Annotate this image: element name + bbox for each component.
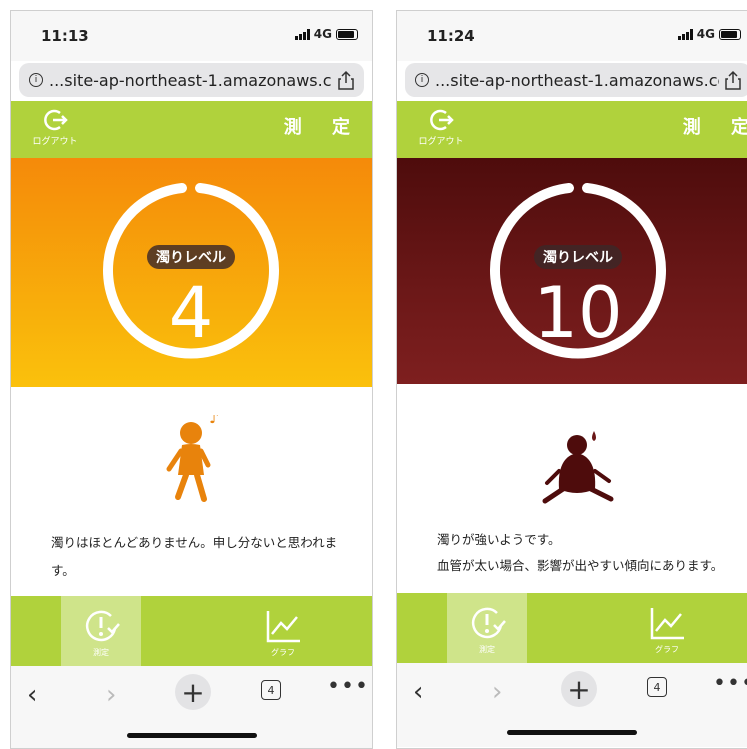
- new-tab-icon[interactable]: +: [175, 674, 211, 710]
- app-header: ログアウト 測 定: [11, 101, 372, 158]
- url-text: ...site-ap-northeast-1.amazonaws.com: [435, 70, 719, 90]
- back-icon[interactable]: ‹: [413, 677, 423, 707]
- sad-character: [397, 431, 747, 521]
- level-label-pill: 濁りレベル: [147, 245, 235, 269]
- more-icon[interactable]: •••: [327, 674, 369, 699]
- status-indicators: 4G: [677, 27, 741, 41]
- status-time: 11:24: [427, 27, 475, 45]
- status-bar: 11:24 4G: [397, 11, 747, 61]
- back-icon[interactable]: ‹: [27, 680, 37, 710]
- phone-screen-level-10: 11:24 4G i ...site-ap-northeast-1.amazon…: [396, 10, 747, 749]
- tab-graph[interactable]: グラフ: [243, 596, 323, 666]
- level-label-pill: 濁りレベル: [534, 245, 622, 269]
- logout-icon: [44, 109, 68, 131]
- network-label: 4G: [313, 27, 332, 41]
- url-text: ...site-ap-northeast-1.amazonaws.com: [49, 70, 332, 90]
- tab-measure-label: 測定: [479, 645, 495, 654]
- walking-character-icon: ♪: [166, 408, 219, 502]
- forward-icon[interactable]: ›: [492, 677, 502, 707]
- logout-label: ログアウト: [32, 137, 78, 147]
- url-bar[interactable]: i ...site-ap-northeast-1.amazonaws.com: [405, 63, 747, 97]
- level-hero: 濁りレベル 10: [397, 158, 747, 384]
- happy-character: ♪: [11, 408, 372, 505]
- share-icon[interactable]: [725, 70, 741, 90]
- logout-button[interactable]: ログアウト: [29, 107, 81, 147]
- bottom-tab-bar: 測定 グラフ: [11, 596, 372, 666]
- status-bar: 11:13 4G: [11, 11, 372, 61]
- sitting-character-icon: [542, 431, 614, 504]
- level-number: 10: [533, 272, 623, 354]
- status-time: 11:13: [41, 27, 89, 45]
- measure-icon: [471, 607, 506, 639]
- url-bar[interactable]: i ...site-ap-northeast-1.amazonaws.com: [19, 63, 364, 97]
- battery-icon: [719, 28, 741, 40]
- tab-measure[interactable]: 測定: [61, 596, 141, 666]
- home-indicator: [126, 733, 257, 738]
- logout-label: ログアウト: [418, 137, 464, 147]
- new-tab-icon[interactable]: +: [561, 671, 597, 707]
- browser-toolbar: ‹ › + 4 •••: [397, 663, 747, 747]
- browser-toolbar: ‹ › + 4 •••: [11, 666, 372, 748]
- level-gauge: 濁りレベル 10: [485, 178, 671, 364]
- header-title: 測 定: [283, 117, 362, 138]
- logout-icon: [430, 109, 454, 131]
- tab-graph-label: グラフ: [271, 648, 295, 657]
- graph-icon: [650, 608, 684, 640]
- status-message: 濁りが強いようです。 血管が太い場合、影響が出やすい傾向にあります。: [437, 527, 737, 597]
- screenshot-pair: 11:13 4G i ...site-ap-northeast-1.amazon…: [0, 0, 747, 749]
- tabs-button[interactable]: 4: [261, 680, 281, 700]
- tab-graph-label: グラフ: [655, 645, 679, 654]
- tabs-button[interactable]: 4: [647, 677, 667, 697]
- tab-graph[interactable]: グラフ: [627, 593, 707, 663]
- forward-icon[interactable]: ›: [106, 680, 116, 710]
- message-line-1: 濁りが強いようです。: [437, 532, 561, 547]
- level-hero: 濁りレベル 4: [11, 158, 372, 387]
- battery-icon: [336, 28, 358, 40]
- logout-button[interactable]: ログアウト: [415, 107, 467, 147]
- app-header: ログアウト 測 定: [397, 101, 747, 158]
- svg-text:♪: ♪: [209, 415, 219, 427]
- info-icon[interactable]: i: [415, 73, 429, 87]
- share-icon[interactable]: [338, 70, 354, 90]
- header-title: 測 定: [682, 117, 747, 138]
- network-label: 4G: [696, 27, 715, 41]
- signal-icon: [677, 28, 693, 40]
- phone-screen-level-4: 11:13 4G i ...site-ap-northeast-1.amazon…: [10, 10, 373, 749]
- info-icon[interactable]: i: [29, 73, 43, 87]
- signal-icon: [294, 28, 310, 40]
- status-indicators: 4G: [294, 27, 358, 41]
- bottom-tab-bar: 測定 グラフ: [397, 593, 747, 663]
- level-gauge: 濁りレベル 4: [98, 178, 284, 364]
- message-line-2: 血管が太い場合、影響が出やすい傾向にあります。: [437, 558, 724, 573]
- home-indicator: [507, 730, 637, 735]
- more-icon[interactable]: •••: [713, 671, 747, 696]
- level-number: 4: [168, 272, 214, 354]
- graph-icon: [266, 611, 300, 643]
- status-message: 濁りはほとんどありません。申し分ないと思われます。: [51, 535, 338, 578]
- measure-icon: [85, 610, 120, 642]
- tab-measure-label: 測定: [93, 648, 109, 657]
- tab-measure[interactable]: 測定: [447, 593, 527, 663]
